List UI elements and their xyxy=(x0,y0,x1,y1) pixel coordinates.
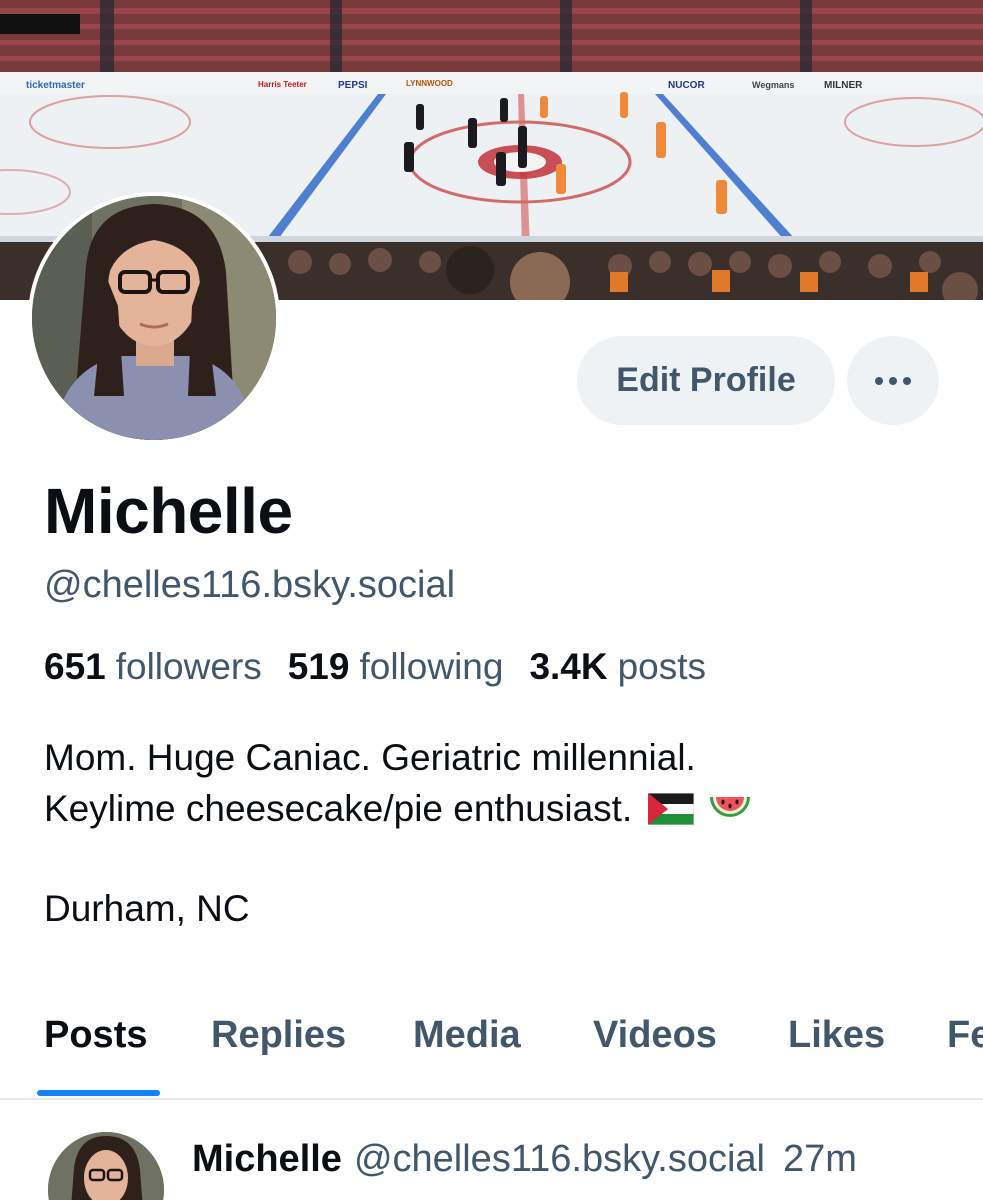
post-author-name[interactable]: Michelle xyxy=(192,1138,342,1180)
following-label: following xyxy=(359,646,504,687)
followers-label: followers xyxy=(115,646,262,687)
more-horizontal-icon xyxy=(875,376,883,385)
tab-likes[interactable]: Likes xyxy=(788,1014,885,1057)
banner-ad: Wegmans xyxy=(752,80,794,90)
bio-line: Keylime cheesecake/pie enthusiast. xyxy=(44,783,752,834)
post-author-handle[interactable]: @chelles116.bsky.social xyxy=(354,1138,765,1180)
profile-avatar[interactable] xyxy=(28,192,280,444)
following-stat[interactable]: 519 following xyxy=(288,646,504,688)
more-horizontal-icon-dot xyxy=(889,376,897,385)
post-timestamp[interactable]: 27m xyxy=(783,1138,857,1180)
profile-handle[interactable]: @chelles116.bsky.social xyxy=(44,564,455,607)
active-tab-indicator xyxy=(37,1090,160,1096)
watermelon-icon xyxy=(710,796,751,817)
post-author-avatar[interactable] xyxy=(48,1132,164,1200)
tab-feeds[interactable]: Fe xyxy=(947,1014,983,1057)
tab-posts[interactable]: Posts xyxy=(44,1014,147,1057)
banner-ad: PEPSI xyxy=(338,80,368,91)
palestine-flag-icon xyxy=(648,792,695,825)
banner-ad: MILNER xyxy=(824,80,863,91)
tab-replies[interactable]: Replies xyxy=(211,1014,346,1057)
banner-ad: Harris Teeter xyxy=(258,80,307,89)
profile-location: Durham, NC xyxy=(44,888,250,929)
more-options-button[interactable] xyxy=(847,336,939,425)
banner-ad: ticketmaster xyxy=(26,80,85,91)
following-count: 519 xyxy=(287,646,350,687)
bio-text: Keylime cheesecake/pie enthusiast. xyxy=(44,788,633,829)
tab-media[interactable]: Media xyxy=(413,1014,521,1057)
bio-line: Mom. Huge Caniac. Geriatric millennial. xyxy=(44,737,696,778)
posts-stat: 3.4K posts xyxy=(529,646,706,688)
edit-profile-button[interactable]: Edit Profile xyxy=(577,336,835,425)
profile-bio: Mom. Huge Caniac. Geriatric millennial. … xyxy=(44,732,752,834)
post-header: Michelle @chelles116.bsky.social 27m xyxy=(192,1138,857,1181)
avatar-image xyxy=(32,196,276,440)
followers-stat[interactable]: 651 followers xyxy=(44,646,262,688)
post-avatar-image xyxy=(48,1132,164,1200)
banner-ad: LYNNWOOD xyxy=(406,79,453,88)
banner-ad: NUCOR xyxy=(668,80,705,91)
profile-display-name: Michelle xyxy=(44,475,293,547)
profile-tabs: Posts Replies Media Videos Likes Fe xyxy=(0,994,983,1100)
more-horizontal-icon-dot xyxy=(903,376,911,385)
profile-stats: 651 followers 519 following 3.4K posts xyxy=(44,646,732,688)
tab-videos[interactable]: Videos xyxy=(593,1014,717,1057)
posts-count: 3.4K xyxy=(529,646,608,687)
posts-label: posts xyxy=(617,646,707,687)
followers-count: 651 xyxy=(44,646,106,687)
